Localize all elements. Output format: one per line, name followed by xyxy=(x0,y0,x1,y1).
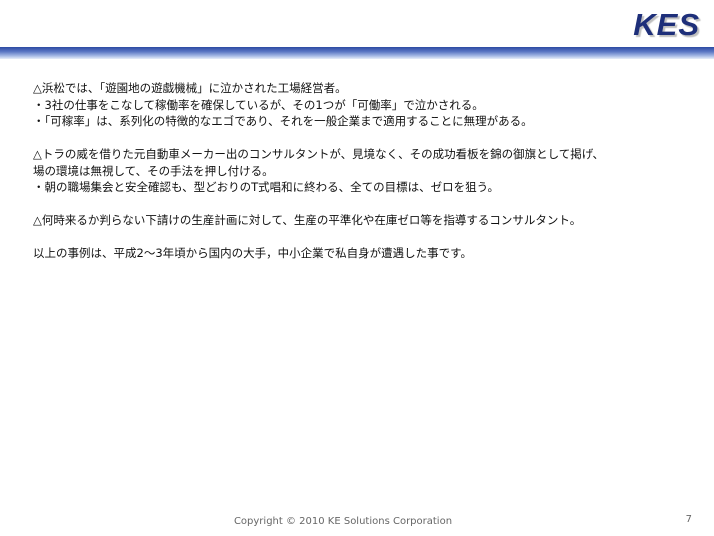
body-line-1: △浜松では、「遊園地の遊戯機械」に泣かされた工場経営者。 xyxy=(33,81,347,95)
body-line-4: △トラの威を借りた元自動車メーカー出のコンサルタントが、見境なく、その成功看板を… xyxy=(33,147,604,161)
body-line-2: ・3社の仕事をこなして稼働率を確保しているが、その1つが「可働率」で泣かされる。 xyxy=(33,97,484,112)
copyright-footer: Copyright © 2010 KE Solutions Corporatio… xyxy=(233,516,453,527)
body-line-6: ・朝の職場集会と安全確認も、型どおりのT式唱和に終わる、全ての目標は、ゼロを狙う… xyxy=(33,180,499,194)
kes-logo: KES xyxy=(633,7,700,42)
slide-body: △浜松では、「遊園地の遊戯機械」に泣かされた工場経営者。 ・3社の仕事をこなして… xyxy=(33,80,703,262)
page-number: 7 xyxy=(685,514,692,525)
header-gradient-bar xyxy=(0,47,714,59)
body-line-7: △何時来るか判らない下請けの生産計画に対して、生産の平準化や在庫ゼロ等を指導する… xyxy=(33,213,582,227)
body-line-5: 場の環境は無視して、その手法を押し付ける。 xyxy=(33,163,274,178)
body-line-8: 以上の事例は、平成2〜3年頃から国内の大手，中小企業で私自身が遭遇した事です。 xyxy=(33,246,472,260)
body-line-3: ・「可稼率」は、系列化の特徴的なエゴであり、それを一般企業まで適用することに無理… xyxy=(33,114,533,128)
